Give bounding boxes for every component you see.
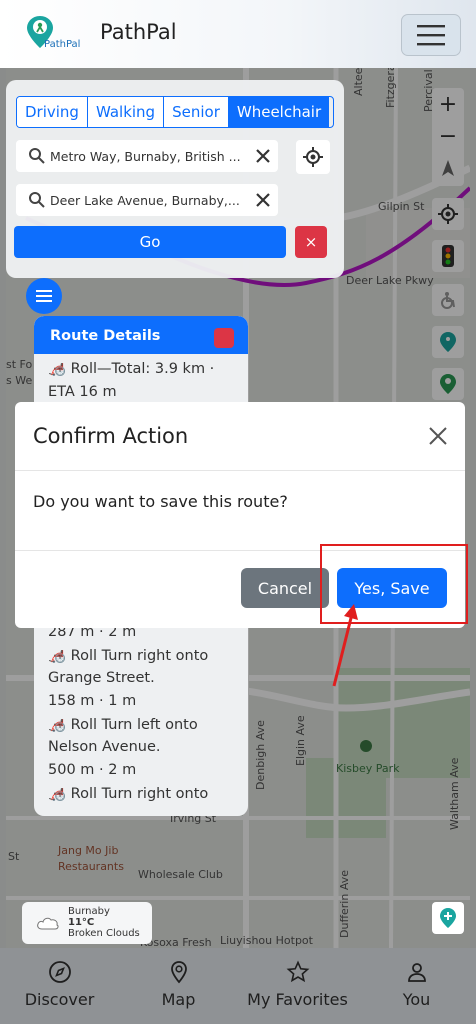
nav-discover[interactable]: Discover <box>0 948 119 1024</box>
route-list-toggle[interactable] <box>26 278 62 314</box>
svg-text:PathPal: PathPal <box>44 39 80 50</box>
route-step-line: 158 m · 1 m <box>48 693 137 709</box>
route-step-line: 🦽 Roll Turn right onto <box>48 786 209 802</box>
travel-mode-tabs: Driving Walking Senior Wheelchair <box>16 96 334 128</box>
route-step-line: 500 m · 2 m <box>48 762 137 778</box>
route-details-title: Route Details <box>50 328 161 344</box>
star-icon <box>286 960 309 983</box>
clear-destination-icon[interactable] <box>254 191 272 209</box>
annotation-arrow-icon <box>332 604 358 687</box>
cloud-icon <box>37 917 59 930</box>
route-step-line: 🦽 Roll—Total: 3.9 km · <box>48 361 215 377</box>
hamburger-menu-button[interactable] <box>401 14 461 56</box>
hamburger-icon <box>417 25 445 46</box>
search-icon <box>29 148 45 164</box>
nav-map[interactable]: Map <box>119 948 238 1024</box>
route-step-line: 🦽 Roll Turn right onto <box>48 648 209 664</box>
origin-value: Metro Way, Burnaby, British ... <box>50 148 241 164</box>
weather-condition: Broken Clouds <box>68 928 140 939</box>
route-step-line: Nelson Avenue. <box>48 739 161 755</box>
bottom-navigation: Discover Map My Favorites You <box>0 948 476 1024</box>
route-step-line: Grange Street. <box>48 670 155 686</box>
nav-discover-label: Discover <box>24 990 95 1009</box>
user-icon <box>407 963 426 982</box>
tab-senior[interactable]: Senior <box>164 97 229 127</box>
compass-icon <box>48 961 71 983</box>
weather-widget: Burnaby 11°C Broken Clouds <box>22 902 152 944</box>
tab-wheelchair[interactable]: Wheelchair <box>228 97 330 127</box>
close-route-details-button[interactable] <box>214 328 234 348</box>
destination-input[interactable]: Deer Lake Avenue, Burnaby,... <box>16 184 278 216</box>
nav-favorites[interactable]: My Favorites <box>238 948 357 1024</box>
route-step-line: ETA 16 m <box>48 384 117 400</box>
nav-you-label: You <box>402 990 431 1009</box>
modal-message: Do you want to save this route? <box>33 492 288 511</box>
nav-favorites-label: My Favorites <box>247 990 348 1009</box>
clear-origin-icon[interactable] <box>254 147 272 165</box>
close-icon[interactable] <box>428 426 448 446</box>
cancel-button[interactable]: Cancel <box>241 568 329 608</box>
search-icon <box>29 192 45 208</box>
pathpal-logo[interactable]: PathPal <box>24 14 86 54</box>
route-details-header: Route Details <box>34 316 248 354</box>
go-button[interactable]: Go <box>14 226 286 258</box>
tab-driving[interactable]: Driving <box>17 97 88 127</box>
tab-walking[interactable]: Walking <box>87 97 165 127</box>
destination-value: Deer Lake Avenue, Burnaby,... <box>50 192 240 208</box>
nav-map-label: Map <box>161 990 196 1009</box>
nav-you[interactable]: You <box>357 948 476 1024</box>
add-location-button[interactable] <box>432 902 464 934</box>
modal-title: Confirm Action <box>33 424 189 448</box>
modal-divider <box>15 470 465 471</box>
use-current-location-button[interactable] <box>296 140 330 174</box>
origin-input[interactable]: Metro Way, Burnaby, British ... <box>16 140 278 172</box>
app-title: PathPal <box>100 20 177 44</box>
target-icon <box>303 147 323 167</box>
app-header: PathPal PathPal <box>0 0 476 68</box>
route-step-line: 🦽 Roll Turn left onto <box>48 717 198 733</box>
weather-city: Burnaby <box>68 906 110 917</box>
cancel-route-button[interactable]: × <box>295 226 327 258</box>
list-icon <box>36 290 52 302</box>
map-pin-icon <box>170 961 187 984</box>
add-pin-icon <box>440 908 456 928</box>
weather-temp: 11°C <box>68 917 95 928</box>
